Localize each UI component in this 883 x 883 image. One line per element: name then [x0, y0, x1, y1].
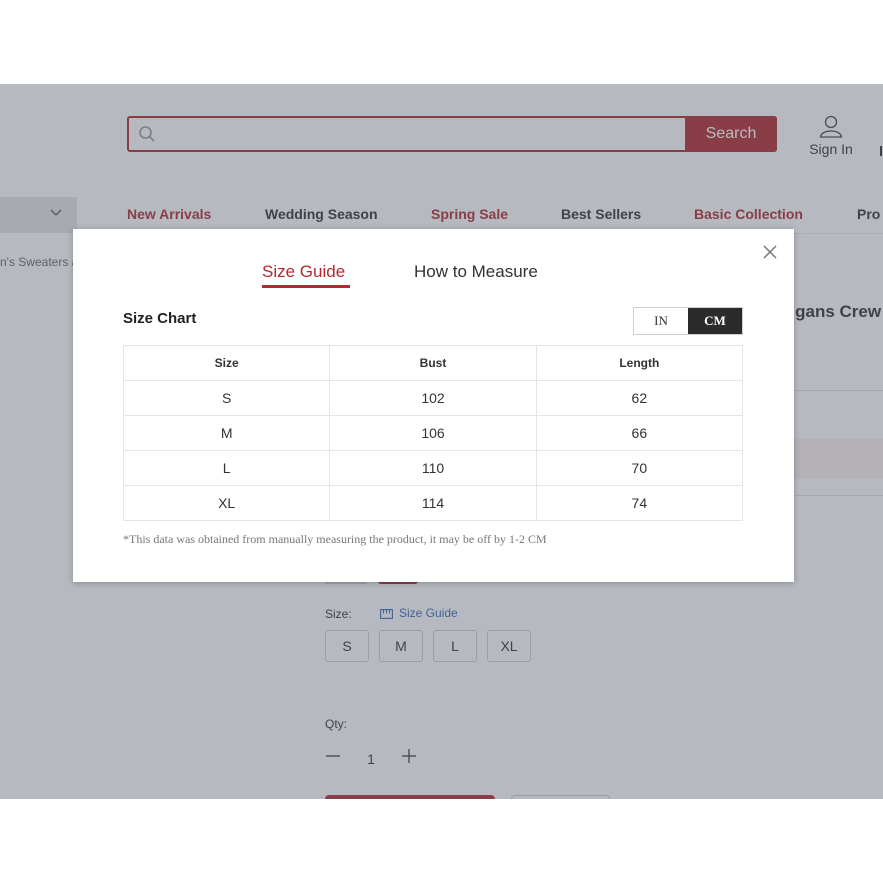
size-table: Size Bust Length S 102 62 M 106 66 L 110…: [122, 345, 744, 521]
measurement-note: *This data was obtained from manually me…: [123, 532, 547, 546]
table-header-row: Size Bust Length: [122, 345, 744, 381]
tab-size-guide[interactable]: Size Guide: [262, 262, 345, 282]
size-guide-modal: Size Guide How to Measure Size Chart IN …: [73, 229, 794, 582]
size-chart-title: Size Chart: [123, 310, 197, 327]
table-cell: 106: [329, 415, 537, 451]
table-row: S 102 62: [122, 380, 744, 416]
table-cell: L: [122, 450, 331, 486]
page-viewport: Search Sign In New Arrivals Wedding Seas…: [0, 84, 883, 799]
tab-how-to-measure[interactable]: How to Measure: [414, 262, 538, 282]
table-cell: S: [122, 380, 331, 416]
column-header: Length: [535, 345, 744, 381]
unit-toggle: IN CM: [633, 307, 743, 335]
table-cell: 74: [535, 485, 744, 521]
close-icon[interactable]: [761, 243, 779, 261]
column-header: Bust: [329, 345, 537, 381]
column-header: Size: [122, 345, 331, 381]
table-row: XL 114 74: [122, 485, 744, 521]
table-cell: 70: [535, 450, 744, 486]
table-row: M 106 66: [122, 415, 744, 451]
table-cell: 114: [329, 485, 537, 521]
table-cell: 110: [329, 450, 537, 486]
table-cell: 66: [535, 415, 744, 451]
table-cell: 62: [535, 380, 744, 416]
table-row: L 110 70: [122, 450, 744, 486]
unit-cm-button[interactable]: CM: [688, 308, 742, 334]
active-tab-indicator: [262, 285, 350, 288]
table-cell: M: [122, 415, 331, 451]
table-cell: XL: [122, 485, 331, 521]
table-cell: 102: [329, 380, 537, 416]
unit-in-button[interactable]: IN: [634, 308, 688, 334]
